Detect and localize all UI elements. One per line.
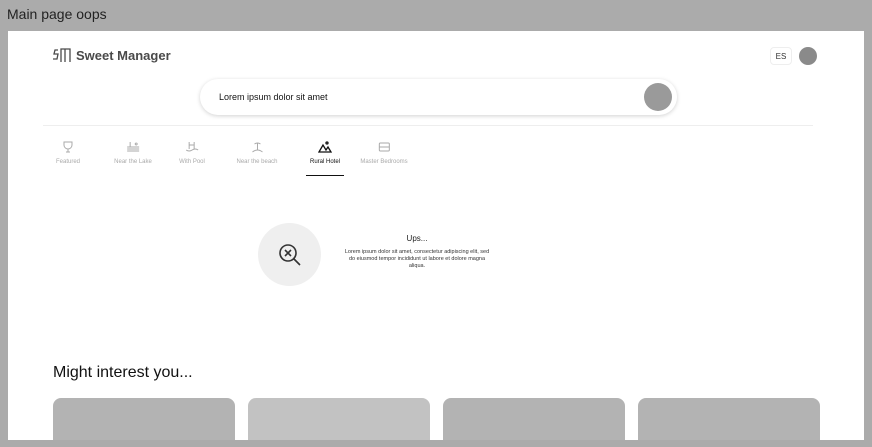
tab-near-the-beach[interactable]: Near the beach	[236, 141, 278, 165]
empty-state-title: Ups...	[406, 234, 428, 243]
divider	[43, 125, 813, 126]
hotel-card[interactable]	[638, 398, 820, 440]
empty-state-illustration	[258, 223, 321, 286]
pool-icon	[185, 142, 199, 152]
avatar[interactable]	[799, 47, 817, 65]
tab-featured[interactable]: Featured	[56, 141, 80, 165]
empty-state-text: Lorem ipsum dolor sit amet, consectetur …	[344, 249, 490, 269]
tab-label: Near the Lake	[114, 159, 152, 165]
language-button[interactable]: ES	[770, 47, 792, 65]
bed-icon	[378, 142, 390, 152]
beach-icon	[251, 142, 263, 153]
logo[interactable]: Sweet Manager	[52, 47, 171, 63]
tab-with-pool[interactable]: With Pool	[179, 141, 205, 165]
search-button[interactable]	[644, 83, 672, 111]
search-bar[interactable]: Lorem ipsum dolor sit amet	[200, 79, 677, 115]
section-title: Might interest you...	[53, 364, 193, 381]
frame-title: Main page oops	[7, 6, 107, 22]
tab-near-the-lake[interactable]: Near the Lake	[114, 141, 152, 165]
tab-label: Featured	[55, 159, 81, 165]
trophy-icon	[63, 141, 73, 153]
mountain-icon	[317, 141, 332, 153]
tab-master-bedrooms[interactable]: Master Bedrooms	[360, 141, 408, 165]
lake-icon	[126, 142, 139, 152]
search-input[interactable]: Lorem ipsum dolor sit amet	[219, 92, 328, 102]
hotel-card[interactable]	[443, 398, 625, 440]
hotel-card[interactable]	[248, 398, 430, 440]
main-page: Sweet Manager ES Lorem ipsum dolor sit a…	[8, 31, 864, 440]
tab-label: Master Bedrooms	[360, 159, 408, 165]
tab-label: Rural Hotel	[309, 159, 341, 165]
logo-icon	[53, 48, 71, 62]
search-error-icon	[278, 243, 301, 266]
tab-label: Near the beach	[236, 159, 278, 165]
hotel-card[interactable]	[53, 398, 235, 440]
tab-label: With Pool	[179, 159, 205, 165]
logo-text: Sweet Manager	[76, 47, 171, 63]
tab-rural-hotel[interactable]: Rural Hotel	[305, 141, 345, 176]
